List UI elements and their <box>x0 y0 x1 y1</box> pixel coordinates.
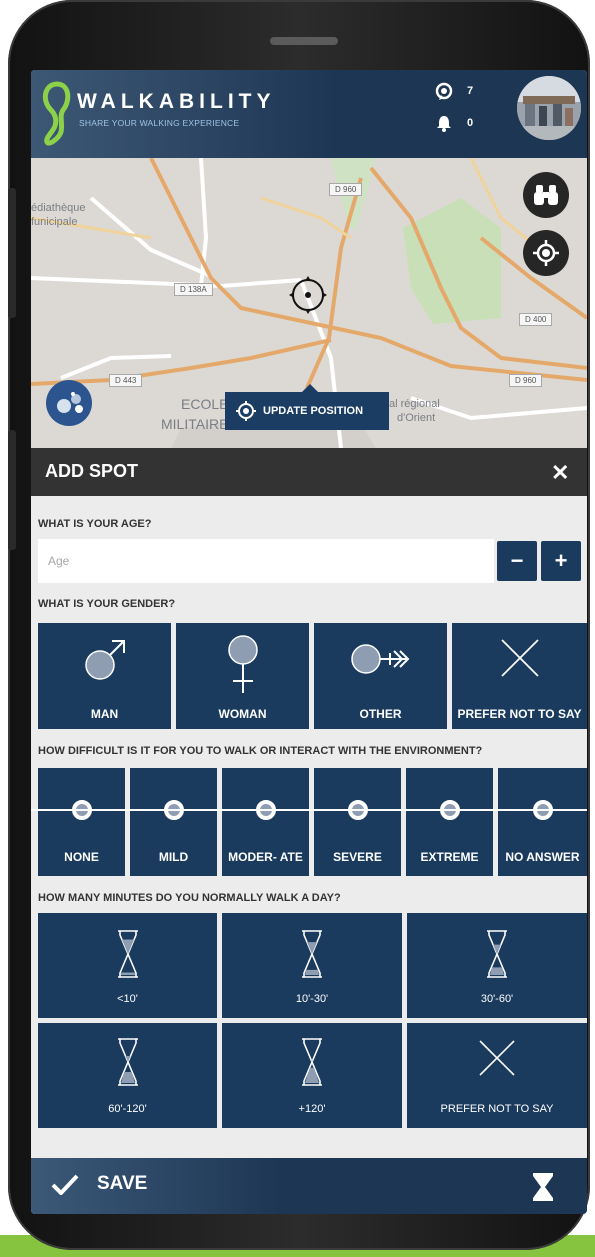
x-cross-icon <box>501 639 539 677</box>
difficulty-option-mild[interactable]: MILD <box>130 768 217 876</box>
age-question: WHAT IS YOUR AGE? <box>38 518 152 530</box>
minutes-option-over-120[interactable]: +120' <box>222 1023 402 1128</box>
map-view[interactable]: édiathèque funicipale ECOLE MILITAIRE al… <box>31 158 587 448</box>
hourglass-icon <box>118 1038 138 1086</box>
other-gender-icon <box>351 644 410 674</box>
spots-counter[interactable]: 7 <box>435 82 473 100</box>
phone-frame: WALKABILITY SHARE YOUR WALKING EXPERIENC… <box>8 0 590 1250</box>
save-bar: SAVE <box>31 1158 587 1214</box>
notifications-counter[interactable]: 0 <box>435 114 473 132</box>
user-avatar[interactable] <box>517 76 581 140</box>
male-symbol-icon <box>85 640 125 680</box>
gender-option-prefer-not-to-say[interactable]: PREFER NOT TO SAY <box>452 623 587 729</box>
phone-volume-button <box>8 188 16 318</box>
female-symbol-icon <box>228 635 258 693</box>
save-label: SAVE <box>97 1173 148 1194</box>
hourglass-icon <box>487 930 507 978</box>
minutes-option-prefer-not-to-say[interactable]: PREFER NOT TO SAY <box>407 1023 587 1128</box>
crosshair-icon[interactable] <box>287 274 329 316</box>
add-spot-title: ADD SPOT <box>45 461 139 481</box>
difficulty-option-no-answer[interactable]: NO ANSWER <box>498 768 587 876</box>
x-cross-icon <box>479 1040 515 1076</box>
hourglass-icon <box>302 1038 322 1086</box>
spot-pin-icon <box>435 82 453 100</box>
app-brand-title: WALKABILITY <box>77 90 276 113</box>
map-place-label: ECOLE <box>181 396 229 412</box>
minutes-option-label: 30'-60' <box>480 993 514 1005</box>
minutes-option-label: <10' <box>117 993 138 1005</box>
gender-option-woman[interactable]: WOMAN <box>176 623 309 729</box>
age-input[interactable] <box>38 539 494 583</box>
difficulty-option-moderate[interactable]: MODER- ATE <box>222 768 309 876</box>
save-button[interactable]: SAVE <box>51 1173 147 1195</box>
map-place-label: MILITAIRE <box>161 416 229 432</box>
difficulty-option-label: MILD <box>158 850 189 864</box>
difficulty-option-extreme[interactable]: EXTREME <box>406 768 493 876</box>
add-spot-header: ADD SPOT ✕ <box>31 448 587 496</box>
difficulty-option-label: MODER- ATE <box>228 850 303 864</box>
difficulty-scale-line <box>31 809 587 811</box>
gender-option-label: MAN <box>90 707 119 721</box>
bell-icon <box>437 116 451 132</box>
spots-count: 7 <box>467 85 474 97</box>
age-decrement-button[interactable]: − <box>497 541 537 581</box>
map-place-label: funicipale <box>31 216 78 228</box>
hourglass-icon <box>533 1173 553 1201</box>
gps-target-icon <box>533 240 559 266</box>
check-icon <box>51 1174 79 1195</box>
minutes-option-30-60[interactable]: 30'-60' <box>407 913 587 1018</box>
update-position-label: UPDATE POSITION <box>263 405 364 417</box>
age-increment-button[interactable]: + <box>541 541 581 581</box>
app-tagline: SHARE YOUR WALKING EXPERIENCE <box>79 118 240 128</box>
map-place-label: d'Orient <box>397 412 436 424</box>
gender-option-man[interactable]: MAN <box>38 623 171 729</box>
hourglass-icon <box>302 930 322 978</box>
difficulty-option-label: SEVERE <box>333 850 382 864</box>
gender-option-label: OTHER <box>359 707 402 721</box>
difficulty-option-severe[interactable]: SEVERE <box>314 768 401 876</box>
road-label: D 138A <box>174 283 213 296</box>
minutes-option-label: PREFER NOT TO SAY <box>440 1103 554 1115</box>
minutes-option-label: 10'-30' <box>295 993 329 1005</box>
locate-me-button[interactable] <box>523 230 569 276</box>
gender-option-label: PREFER NOT TO SAY <box>457 707 582 721</box>
road-label: D 443 <box>109 374 143 387</box>
notifications-count: 0 <box>467 117 474 129</box>
close-button[interactable]: ✕ <box>551 460 569 486</box>
gender-option-label: WOMAN <box>218 707 267 721</box>
binoculars-icon <box>534 185 558 205</box>
difficulty-option-none[interactable]: NONE <box>38 768 125 876</box>
road-label: D 400 <box>519 313 553 326</box>
gps-target-icon <box>236 401 256 421</box>
phone-power-button <box>8 430 16 550</box>
difficulty-option-label: NONE <box>64 850 99 864</box>
spots-layer-icon <box>57 392 83 413</box>
map-place-label: al régional <box>389 398 440 410</box>
minutes-option-60-120[interactable]: 60'-120' <box>38 1023 217 1128</box>
gender-question: WHAT IS YOUR GENDER? <box>38 598 176 610</box>
difficulty-question: HOW DIFFICULT IS IT FOR YOU TO WALK OR I… <box>38 745 483 757</box>
minutes-question: HOW MANY MINUTES DO YOU NORMALLY WALK A … <box>38 892 341 904</box>
minutes-option-under-10[interactable]: <10' <box>38 913 217 1018</box>
hourglass-icon <box>118 930 138 978</box>
minutes-option-label: +120' <box>298 1103 326 1115</box>
gender-option-other[interactable]: OTHER <box>314 623 447 729</box>
minutes-option-label: 60'-120' <box>108 1103 147 1115</box>
spots-layer-button[interactable] <box>46 380 92 426</box>
minutes-option-10-30[interactable]: 10'-30' <box>222 913 402 1018</box>
update-position-button[interactable]: UPDATE POSITION <box>225 384 389 430</box>
walkability-logo-icon <box>42 81 71 146</box>
app-screen: WALKABILITY SHARE YOUR WALKING EXPERIENC… <box>31 70 587 1214</box>
app-header: WALKABILITY SHARE YOUR WALKING EXPERIENC… <box>31 70 587 158</box>
phone-speaker <box>270 37 338 45</box>
difficulty-option-label: NO ANSWER <box>505 850 580 864</box>
explore-button[interactable] <box>523 172 569 218</box>
avatar-photo <box>517 76 581 140</box>
difficulty-option-label: EXTREME <box>420 850 479 864</box>
road-label: D 960 <box>329 183 363 196</box>
road-label: D 960 <box>509 374 543 387</box>
map-place-label: édiathèque <box>31 202 86 214</box>
